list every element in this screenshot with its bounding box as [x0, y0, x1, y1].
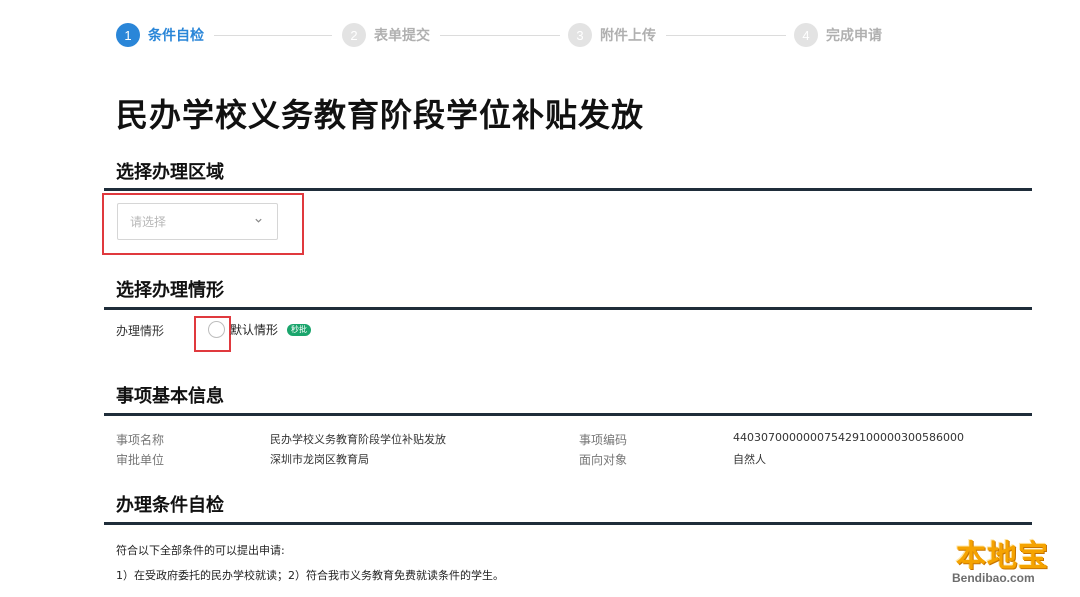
chevron-down-icon	[254, 215, 263, 228]
step-connector	[214, 35, 332, 36]
step-number: 4	[794, 23, 818, 47]
conditions-intro: 符合以下全部条件的可以提出申请:	[116, 544, 285, 557]
info-value-target-group: 自然人	[733, 453, 766, 466]
section-divider	[104, 188, 1032, 191]
step-connector	[666, 35, 786, 36]
section-title-situation: 选择办理情形	[116, 280, 224, 301]
info-key-target-group: 面向对象	[579, 453, 628, 467]
watermark-sub-text: Bendibao.com	[952, 571, 1035, 585]
step-attachment-upload: 3 附件上传	[568, 22, 656, 48]
section-divider	[104, 413, 1032, 416]
info-value-approval-unit: 深圳市龙岗区教育局	[270, 453, 369, 466]
default-situation-label[interactable]: 默认情形	[230, 321, 278, 338]
step-number: 3	[568, 23, 592, 47]
situation-field-label: 办理情形	[116, 324, 165, 338]
instant-approval-badge: 秒批	[287, 324, 311, 336]
step-form-submit: 2 表单提交	[342, 22, 430, 48]
section-divider	[104, 307, 1032, 310]
step-label: 附件上传	[600, 28, 656, 44]
watermark-logo: 本地宝 Bendibao.com	[946, 531, 1066, 591]
page-title: 民办学校义务教育阶段学位补贴发放	[116, 96, 645, 134]
conditions-list: 1）在受政府委托的民办学校就读；2）符合我市义务教育免费就读条件的学生。	[116, 569, 504, 582]
section-title-info: 事项基本信息	[116, 386, 224, 407]
step-number: 2	[342, 23, 366, 47]
watermark-main-text: 本地宝	[956, 539, 1049, 574]
step-label: 完成申请	[826, 28, 882, 44]
step-connector	[440, 35, 560, 36]
info-key-item-name: 事项名称	[116, 433, 165, 447]
default-situation-radio[interactable]	[208, 321, 225, 338]
progress-stepper: 1 条件自检 2 表单提交 3 附件上传 4 完成申请	[116, 22, 916, 48]
select-placeholder: 请选择	[130, 215, 167, 229]
step-label: 条件自检	[148, 28, 204, 44]
info-value-item-code: 4403070000000754291000003005860​00	[733, 431, 964, 444]
section-divider	[104, 522, 1032, 525]
info-key-item-code: 事项编码	[579, 433, 628, 447]
area-select[interactable]: 请选择	[117, 203, 278, 240]
info-value-item-name: 民办学校义务教育阶段学位补贴发放	[270, 433, 446, 446]
step-condition-check: 1 条件自检	[116, 22, 204, 48]
info-key-approval-unit: 审批单位	[116, 453, 165, 467]
step-number: 1	[116, 23, 140, 47]
section-title-conditions: 办理条件自检	[116, 495, 224, 516]
step-complete: 4 完成申请	[794, 22, 882, 48]
step-label: 表单提交	[374, 28, 430, 44]
section-title-area: 选择办理区域	[116, 162, 224, 183]
